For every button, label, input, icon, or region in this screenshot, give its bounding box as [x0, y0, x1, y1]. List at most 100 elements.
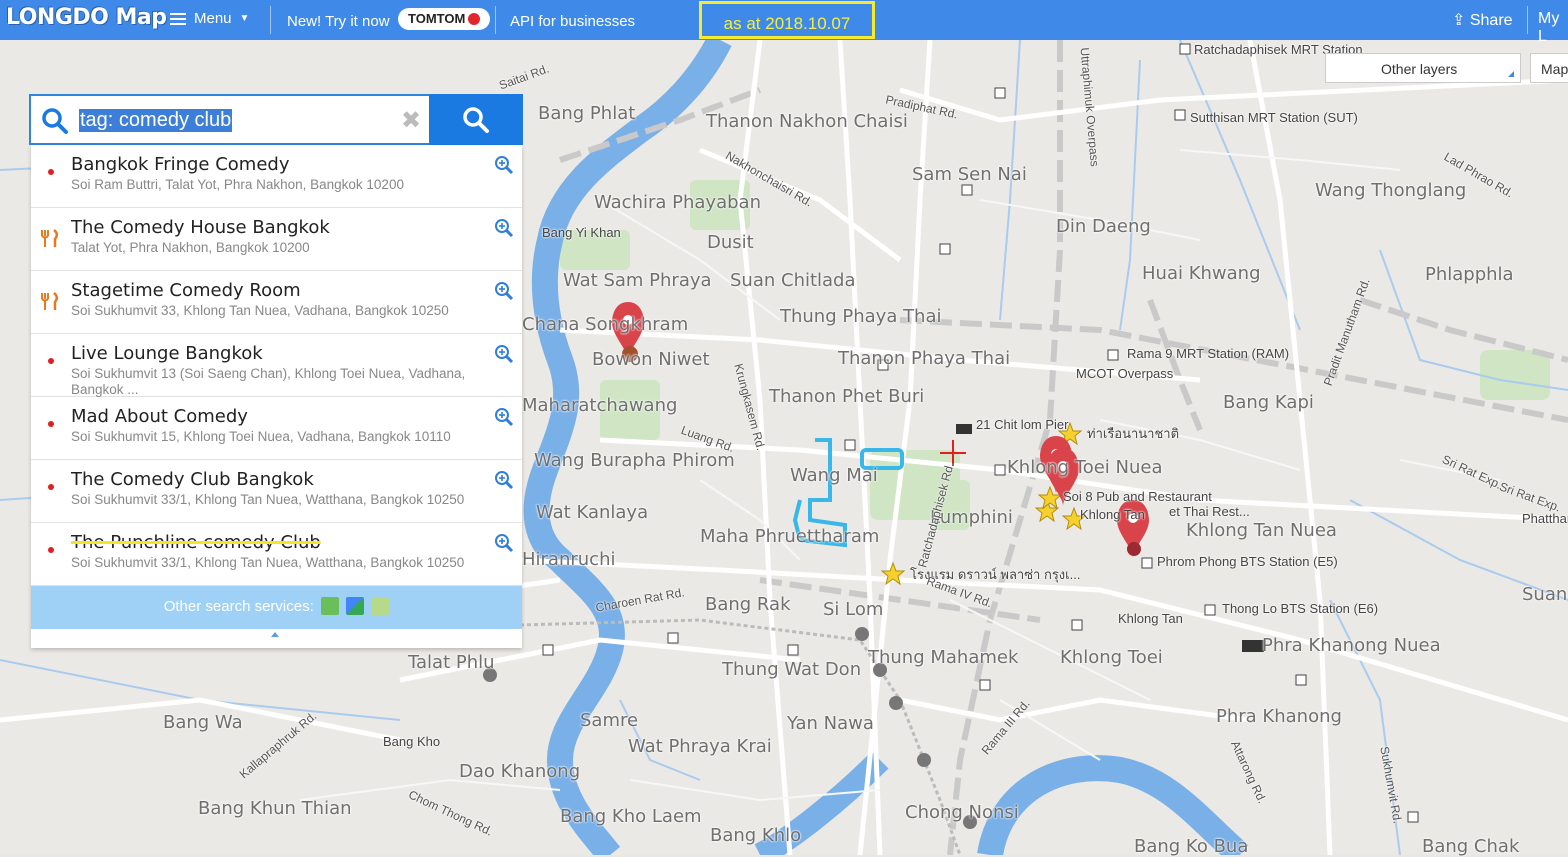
map-label: Thung Phaya Thai — [780, 306, 942, 327]
red-dot-icon — [48, 358, 54, 364]
map-label: Sutthisan MRT Station (SUT) — [1190, 110, 1358, 125]
other-layers-select[interactable]: Other layers — [1325, 53, 1521, 83]
map-label: Wat Sam Phraya — [563, 270, 712, 291]
google-icon[interactable] — [346, 597, 365, 615]
map-label: Soi 8 Pub and Restaurant — [1063, 489, 1212, 504]
zoom-to-icon[interactable] — [494, 533, 514, 553]
share-label: Share — [1469, 12, 1513, 29]
collapse-caret-icon[interactable] — [271, 632, 279, 637]
result-item[interactable]: The Comedy Club Bangkok Soi Sukhumvit 33… — [31, 460, 522, 523]
map-label: Wat Phraya Krai — [628, 736, 772, 757]
map-label: Khlong Toei Nuea — [1007, 457, 1163, 478]
boat-icon — [956, 424, 972, 434]
map-label: Bang Kapi — [1223, 392, 1314, 413]
hamburger-icon — [170, 12, 186, 25]
my-link[interactable]: My L — [1538, 10, 1568, 46]
map-label: Bang Khun Thian — [198, 798, 352, 819]
map-date-label: as at 2018.10.07 — [699, 1, 875, 39]
map-label: Bang Kho — [383, 734, 441, 749]
result-address: Soi Sukhumvit 15, Khlong Toei Nuea, Vadh… — [71, 429, 451, 444]
result-item[interactable]: Mad About Comedy Soi Sukhumvit 15, Khlon… — [31, 397, 522, 460]
tomtom-label: TOMTOM — [408, 11, 466, 26]
result-name[interactable]: The Comedy Club Bangkok — [71, 469, 314, 490]
menu-button[interactable]: Menu ▼ — [170, 10, 249, 27]
map-label: ท่าเรือนานาชาติ — [1087, 426, 1180, 441]
zoom-to-icon[interactable] — [494, 470, 514, 490]
map-label: Phra Khanong Nuea — [1262, 635, 1441, 656]
result-address: Soi Sukhumvit 33, Khlong Tan Nuea, Vadha… — [71, 303, 449, 318]
map-type-button[interactable]: Map — [1530, 53, 1568, 83]
zoom-to-icon[interactable] — [494, 155, 514, 175]
map-label: Dao Khanong — [459, 761, 581, 782]
result-item[interactable]: Live Lounge Bangkok Soi Sukhumvit 13 (So… — [31, 334, 522, 397]
map-label: Suan — [1522, 584, 1568, 605]
zoom-to-icon[interactable] — [494, 218, 514, 238]
bus-icon — [1242, 640, 1264, 652]
map-label: Thung Mahamek — [868, 647, 1019, 668]
map-service-icon[interactable] — [320, 597, 339, 615]
longdo-logo[interactable]: LONGDO Map — [6, 5, 167, 30]
result-name[interactable]: The Comedy House Bangkok — [71, 217, 330, 238]
result-item[interactable]: Stagetime Comedy Room Soi Sukhumvit 33, … — [31, 271, 522, 334]
result-item[interactable]: The Punchline comedy Club Soi Sukhumvit … — [31, 523, 522, 586]
restaurant-icon — [41, 229, 58, 247]
search-service-icon[interactable] — [371, 597, 390, 615]
map-label: Wang Burapha Phirom — [534, 450, 735, 471]
map-label: Maharatchawang — [522, 395, 678, 416]
clear-icon[interactable]: ✖ — [401, 106, 421, 135]
map-label: Khlong Toei — [1060, 647, 1163, 668]
map-label: Din Daeng — [1056, 216, 1151, 237]
map-label: Bang Kho Laem — [560, 806, 702, 827]
search-box: tag: comedy club ✖ — [29, 94, 523, 145]
map-label: Yan Nawa — [787, 713, 874, 734]
map-label: et Thai Rest... — [1169, 504, 1250, 519]
map-label: Wat Kanlaya — [536, 502, 649, 523]
zoom-to-icon[interactable] — [494, 407, 514, 427]
map-label: Phrom Phong BTS Station (E5) — [1157, 554, 1338, 569]
map-label: Phra Khanong — [1216, 706, 1342, 727]
map-label: Bang Khlo — [710, 825, 802, 846]
divider — [495, 6, 496, 34]
api-link[interactable]: API for businesses — [510, 13, 635, 30]
result-name[interactable]: The Punchline comedy Club — [71, 532, 321, 553]
tomtom-logo-icon — [468, 13, 481, 25]
result-address: Talat Yot, Phra Nakhon, Bangkok 10200 — [71, 240, 310, 255]
search-icon — [463, 106, 489, 133]
map-label: Bowon Niwet — [592, 349, 710, 370]
map-label: Bang Ko Bua — [1134, 836, 1249, 857]
search-input[interactable]: tag: comedy club — [79, 109, 233, 132]
zoom-to-icon[interactable] — [494, 344, 514, 364]
map-label: Huai Khwang — [1142, 263, 1261, 284]
result-name[interactable]: Mad About Comedy — [71, 406, 248, 427]
share-button[interactable]: ⇪ Share — [1452, 10, 1513, 30]
search-button[interactable] — [429, 94, 523, 145]
result-item[interactable]: Bangkok Fringe Comedy Soi Ram Buttri, Ta… — [31, 145, 522, 208]
zoom-to-icon[interactable] — [494, 281, 514, 301]
map-label: Chong Nonsi — [905, 802, 1019, 823]
map-label: Khlong Tan — [1118, 611, 1183, 626]
result-name[interactable]: Stagetime Comedy Room — [71, 280, 301, 301]
red-dot-icon — [48, 169, 54, 175]
map-label: Talat Phlu — [408, 652, 495, 673]
map-label: Khlong Tan Nuea — [1186, 520, 1337, 541]
try-link[interactable]: New! Try it now — [287, 13, 390, 30]
share-icon: ⇪ — [1452, 12, 1466, 29]
result-item[interactable]: The Comedy House Bangkok Talat Yot, Phra… — [31, 208, 522, 271]
result-name[interactable]: Bangkok Fringe Comedy — [71, 154, 290, 175]
top-bar: LONGDO Map Menu ▼ New! Try it now TOMTOM… — [0, 0, 1568, 45]
result-address: Soi Sukhumvit 33/1, Khlong Tan Nuea, Wat… — [71, 492, 465, 507]
divider — [1527, 6, 1528, 34]
map-label: Rama 9 MRT Station (RAM) — [1127, 346, 1290, 361]
map-label: Sam Sen Nai — [912, 164, 1027, 185]
map-label: Phatthana — [1522, 511, 1568, 526]
dropdown-corner-icon — [1508, 71, 1514, 77]
result-address: Soi Sukhumvit 33/1, Khlong Tan Nuea, Wat… — [71, 555, 465, 570]
map-label: Bang Chak — [1422, 836, 1520, 857]
map-label: Bang Rak — [705, 594, 791, 615]
search-icon — [42, 108, 68, 134]
map-label: MCOT Overpass — [1076, 366, 1174, 381]
result-address: Soi Ram Buttri, Talat Yot, Phra Nakhon, … — [71, 177, 404, 192]
tomtom-badge[interactable]: TOMTOM — [398, 8, 491, 30]
map-label: Thanon Nakhon Chaisi — [706, 111, 908, 132]
result-name[interactable]: Live Lounge Bangkok — [71, 343, 263, 364]
